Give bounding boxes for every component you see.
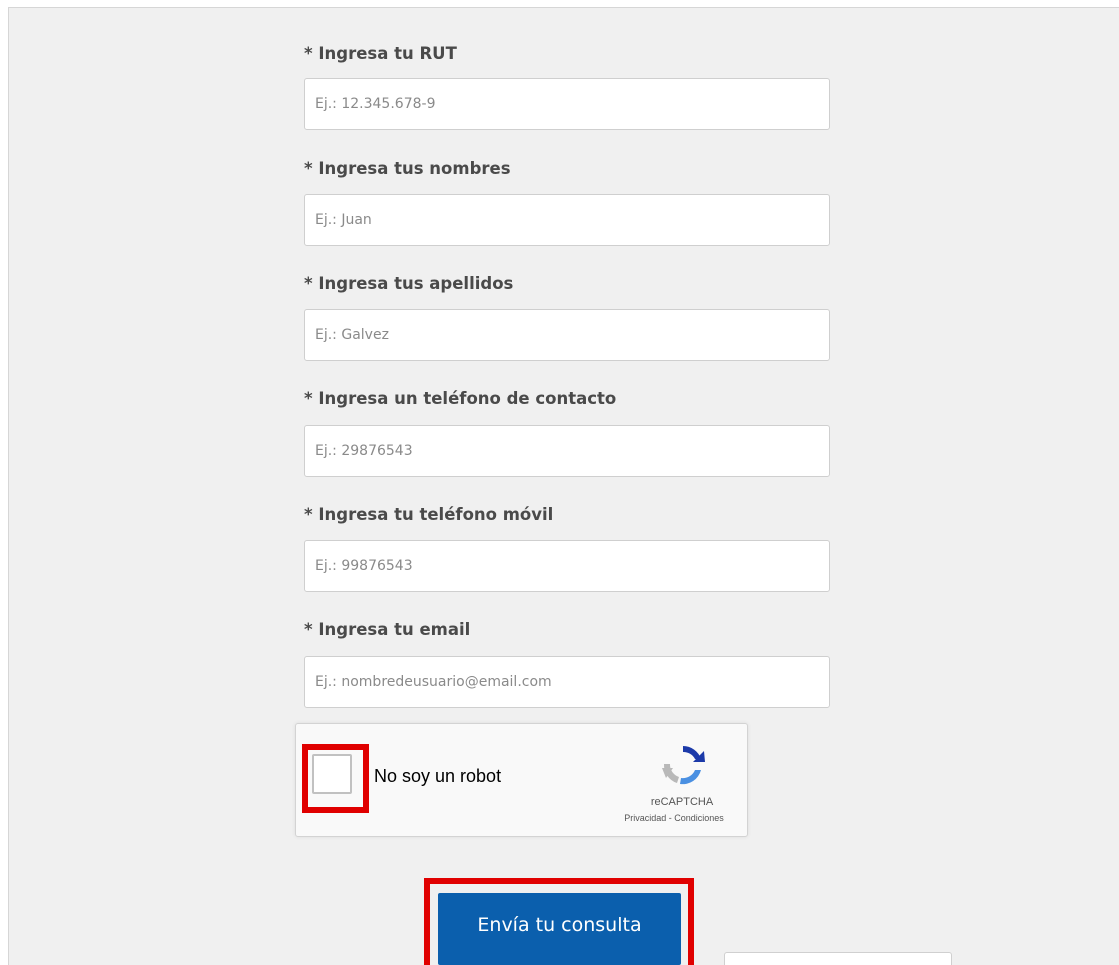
email-input[interactable] [304,656,830,708]
submit-button[interactable]: Envía tu consulta [438,893,681,965]
apellidos-label: * Ingresa tus apellidos [304,274,514,293]
recaptcha-icon [662,746,705,785]
recaptcha-widget: No soy un robot reCAPTCHA Privacidad - C… [295,723,748,837]
telefono-contacto-input[interactable] [304,425,830,477]
rut-label: * Ingresa tu RUT [304,44,457,63]
recaptcha-brand: reCAPTCHA [650,796,714,808]
nombres-input[interactable] [304,194,830,246]
recaptcha-label: No soy un robot [374,766,502,786]
telefono-movil-label: * Ingresa tu teléfono móvil [304,505,554,524]
secondary-button[interactable] [724,952,952,965]
telefono-contacto-label: * Ingresa un teléfono de contacto [304,389,617,408]
telefono-movil-input[interactable] [304,540,830,592]
nombres-label: * Ingresa tus nombres [304,159,511,178]
rut-input[interactable] [304,78,830,130]
email-label: * Ingresa tu email [304,620,471,639]
recaptcha-links[interactable]: Privacidad - Condiciones [604,813,744,823]
apellidos-input[interactable] [304,309,830,361]
recaptcha-checkbox[interactable] [312,754,352,794]
